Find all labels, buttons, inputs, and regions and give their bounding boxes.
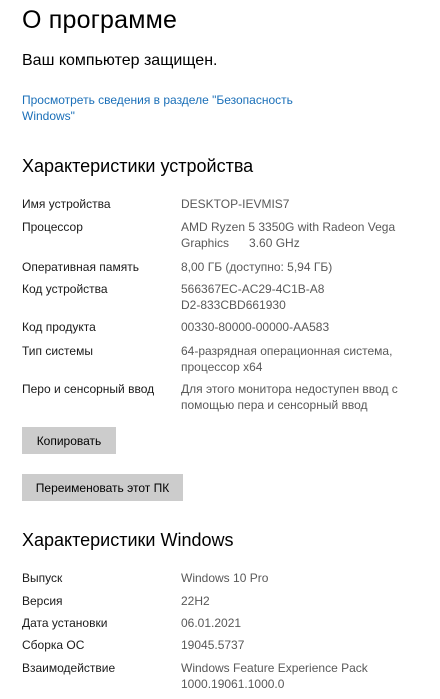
spec-label: Код продукта bbox=[22, 320, 96, 334]
spec-label: Код устройства bbox=[22, 282, 108, 296]
spec-value: 22H2 bbox=[181, 594, 210, 608]
spec-value: AMD Ryzen 5 3350G with Radeon Vega Graph… bbox=[181, 220, 399, 250]
spec-label: Сборка ОС bbox=[22, 638, 85, 652]
windows-security-link[interactable]: Просмотреть сведения в разделе "Безопасн… bbox=[22, 92, 322, 124]
spec-label: Перо и сенсорный ввод bbox=[22, 382, 155, 396]
spec-label: Оперативная память bbox=[22, 260, 139, 274]
device-specs-heading: Характеристики устройства bbox=[22, 156, 254, 176]
spec-value: Для этого монитора недоступен ввод с пом… bbox=[181, 382, 398, 412]
spec-value: Windows Feature Experience Pack 1000.190… bbox=[181, 661, 368, 691]
spec-value: 00330-80000-00000-AA583 bbox=[181, 320, 330, 334]
copy-button[interactable]: Копировать bbox=[22, 427, 116, 454]
spec-value: 64-разрядная операционная система, проце… bbox=[181, 344, 393, 374]
spec-label: Версия bbox=[22, 594, 63, 608]
spec-label: Имя устройства bbox=[22, 197, 111, 211]
spec-label: Выпуск bbox=[22, 571, 63, 585]
spec-value: 06.01.2021 bbox=[181, 616, 242, 630]
rename-pc-button[interactable]: Переименовать этот ПК bbox=[22, 474, 183, 501]
spec-value: 19045.5737 bbox=[181, 638, 245, 652]
protection-status-text: Ваш компьютер защищен. bbox=[22, 52, 218, 69]
spec-label: Процессор bbox=[22, 220, 83, 234]
spec-value: Windows 10 Pro bbox=[181, 571, 269, 585]
spec-value: 8,00 ГБ (доступно: 5,94 ГБ) bbox=[181, 260, 333, 274]
spec-value: DESKTOP-IEVMIS7 bbox=[181, 197, 290, 211]
spec-label: Взаимодействие bbox=[22, 661, 116, 675]
spec-label: Дата установки bbox=[22, 616, 108, 630]
spec-value: 566367EC-AC29-4C1B-A8D2-833CBD661930 bbox=[181, 282, 325, 312]
page-title: О программе bbox=[22, 6, 178, 34]
windows-specs-heading: Характеристики Windows bbox=[22, 530, 234, 550]
spec-label: Тип системы bbox=[22, 344, 93, 358]
